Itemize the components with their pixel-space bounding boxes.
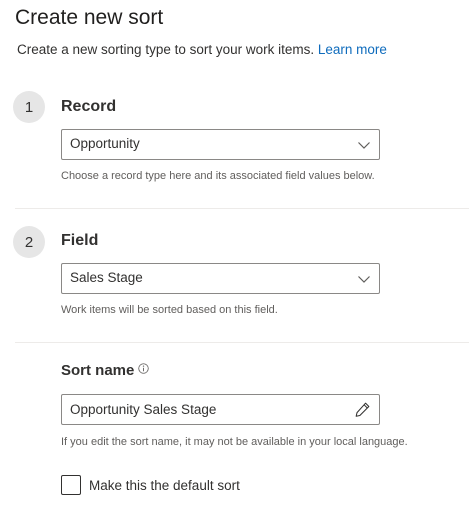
section-divider: [15, 208, 469, 209]
chevron-down-icon: [358, 276, 370, 283]
page-description: Create a new sorting type to sort your w…: [17, 42, 387, 57]
default-sort-label[interactable]: Make this the default sort: [89, 478, 240, 493]
sort-name-label-text: Sort name: [61, 362, 135, 379]
field-help-text: Work items will be sorted based on this …: [61, 304, 278, 316]
pencil-icon[interactable]: [354, 401, 371, 418]
sort-name-field[interactable]: [61, 394, 380, 425]
sort-name-label: Sort name: [61, 362, 150, 379]
record-help-text: Choose a record type here and its associ…: [61, 170, 375, 182]
field-selected-value: Sales Stage: [70, 270, 143, 285]
record-dropdown[interactable]: Opportunity: [61, 129, 380, 160]
default-sort-checkbox[interactable]: [61, 475, 81, 495]
field-label: Field: [61, 232, 99, 249]
learn-more-link[interactable]: Learn more: [318, 42, 387, 57]
field-dropdown[interactable]: Sales Stage: [61, 263, 380, 294]
description-text: Create a new sorting type to sort your w…: [17, 42, 315, 57]
section-divider: [15, 342, 469, 343]
record-label: Record: [61, 98, 117, 115]
step-2-number: 2: [13, 226, 45, 258]
step-1-number: 1: [13, 91, 45, 123]
sort-name-help-text: If you edit the sort name, it may not be…: [61, 436, 408, 448]
info-icon[interactable]: [138, 363, 150, 374]
record-selected-value: Opportunity: [70, 136, 140, 151]
page-title: Create new sort: [15, 6, 164, 29]
sort-name-input[interactable]: [62, 395, 342, 424]
chevron-down-icon: [358, 142, 370, 149]
default-sort-option[interactable]: Make this the default sort: [61, 475, 240, 495]
